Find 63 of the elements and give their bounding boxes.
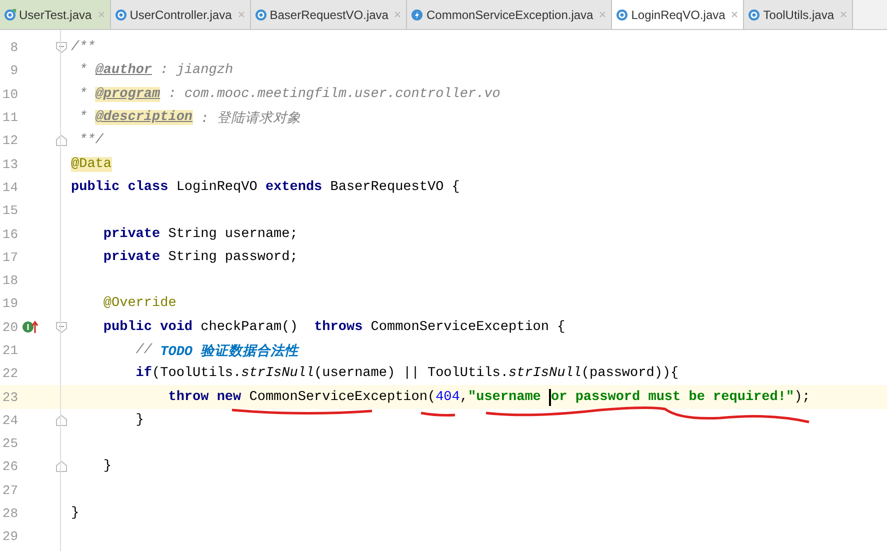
line-number: 12 [1,133,18,148]
line-number: 9 [9,63,18,78]
line-number: 23 [1,390,18,405]
code-line: * @author : jiangzh [78,63,234,78]
code-line: /** [71,40,96,56]
fold-end-icon[interactable] [56,135,67,146]
override-icon[interactable] [22,320,40,334]
editor-tab[interactable]: CommonServiceException.java [407,0,612,29]
code-line: if(ToolUtils.strIsNull(username) || ToolUtils.strIsNull(password)){ [134,366,679,382]
line-number: 8 [9,40,18,56]
code-line: } [102,459,112,474]
line-number: 16 [1,226,18,242]
fold-end-icon[interactable] [56,414,67,426]
line-number: 22 [1,366,18,382]
code-line: private String password; [102,250,298,265]
editor-tab[interactable]: UserController.java [110,0,251,29]
line-number: 18 [1,273,18,288]
line-number: 19 [1,296,18,312]
line-number: 14 [1,180,18,195]
code-line: @Override [102,296,176,312]
lightning-class-icon [411,8,424,20]
code-line: private String username; [102,226,298,242]
editor-tab[interactable]: LoginReqVO.java [612,0,744,29]
line-number: 10 [1,86,18,102]
close-icon[interactable] [98,11,105,18]
line-number: 21 [1,343,18,358]
code-line: * @program : com.mooc.meetingfilm.user.controller.vo [78,86,500,102]
hand-drawn-underline [420,412,456,416]
line-number: 28 [1,506,18,522]
class-icon [254,8,267,20]
close-icon[interactable] [731,11,738,18]
line-number: 20 [1,320,18,335]
code-line: } [71,506,80,522]
line-number: 24 [1,412,18,428]
close-icon[interactable] [238,11,245,18]
line-number: 15 [1,203,18,218]
line-number: 27 [1,482,18,498]
class-icon [114,8,127,20]
line-number: 11 [1,110,18,126]
editor-tab[interactable]: UserTest.java [0,0,111,29]
line-number: 17 [1,250,18,265]
class-icon [748,8,760,20]
line-number: 26 [1,459,18,474]
close-icon[interactable] [394,11,402,18]
line-number: 13 [1,156,18,172]
fold-end-icon[interactable] [56,461,67,472]
line-number: 25 [1,436,18,452]
code-line: // TODO 验证数据合法性 [134,342,299,360]
code-line: **/ [78,133,104,148]
code-line: public void checkParam() throws CommonServiceException { [102,320,566,335]
code-line: * @description : 登陆请求对象 [78,109,301,127]
class-icon [616,8,628,20]
editor-tab[interactable]: ToolUtils.java [744,0,853,29]
class-icon [4,8,16,20]
code-line: throw new CommonServiceException(404,"username or password must be required!"); [167,388,810,406]
close-icon[interactable] [599,11,606,18]
close-icon[interactable] [840,11,847,18]
fold-icon[interactable] [56,322,67,333]
fold-icon[interactable] [56,42,67,54]
code-line: public class LoginReqVO extends BaserRequestVO { [71,180,460,195]
code-line: } [134,412,144,428]
line-number: 29 [1,529,18,544]
editor-tab[interactable]: BaserRequestVO.java [250,0,408,29]
